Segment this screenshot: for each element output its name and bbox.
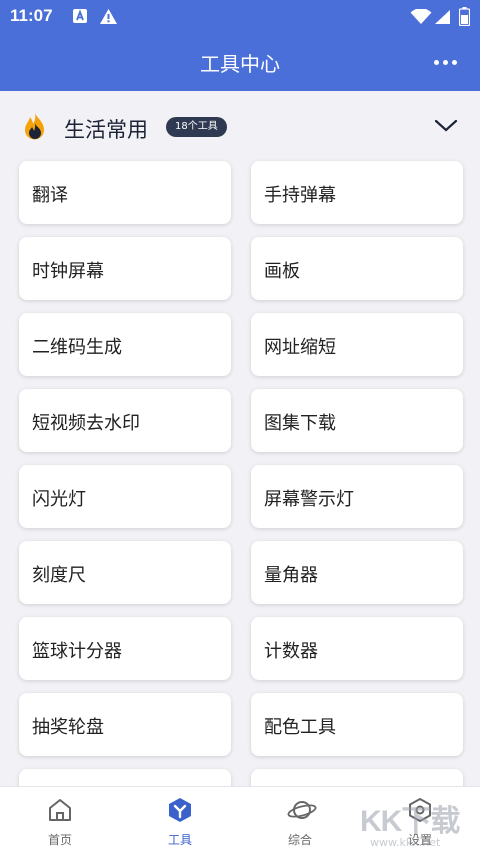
tool-label: 篮球计分器 — [32, 641, 122, 662]
warning-icon — [99, 8, 118, 29]
tool-card[interactable]: 画板 — [251, 237, 463, 300]
section-title: 生活常用 — [64, 118, 148, 142]
tool-label: 闪光灯 — [32, 489, 86, 510]
more-options-button[interactable] — [430, 50, 460, 74]
planet-icon — [287, 797, 317, 823]
tab-label: 首页 — [47, 833, 72, 847]
tab-home[interactable]: 首页 — [0, 787, 120, 853]
tool-card[interactable]: 计数器 — [251, 617, 463, 680]
tab-label: 综合 — [287, 833, 312, 847]
watermark-text: KK下载 — [360, 805, 460, 838]
tool-card[interactable]: 短视频去水印 — [19, 389, 231, 452]
tool-count-badge: 18个工具 — [166, 117, 227, 137]
tool-label: 时钟屏幕 — [32, 261, 104, 282]
tool-label: 配色工具 — [264, 717, 336, 738]
watermark-url: www.kkx.net — [370, 836, 441, 849]
tool-label: 量角器 — [264, 565, 318, 586]
tool-card[interactable]: 手持弹幕 — [251, 161, 463, 224]
tool-card[interactable]: 抽奖轮盘 — [19, 693, 231, 756]
tool-label: 网址缩短 — [264, 337, 336, 358]
tool-card[interactable]: 网址缩短 — [251, 313, 463, 376]
tab-label: 工具 — [167, 833, 192, 847]
page-title: 工具中心 — [200, 52, 280, 76]
tool-card[interactable]: 篮球计分器 — [19, 617, 231, 680]
app-bar: 工具中心 — [0, 34, 480, 91]
tool-label: 翻译 — [32, 185, 68, 206]
status-time: 11:07 — [10, 6, 53, 25]
tool-label: 二维码生成 — [32, 337, 122, 358]
tool-label: 抽奖轮盘 — [32, 717, 104, 738]
more-dots-icon — [433, 59, 439, 65]
tool-label: 手持弹幕 — [264, 185, 336, 206]
tool-card[interactable]: 量角器 — [251, 541, 463, 604]
tool-label: 计数器 — [264, 641, 318, 662]
tool-card[interactable]: 配色工具 — [251, 693, 463, 756]
section-header[interactable]: 生活常用 18个工具 — [0, 91, 480, 161]
signal-icon — [434, 9, 451, 29]
wifi-icon — [410, 8, 432, 29]
tool-label: 图集下载 — [264, 413, 336, 434]
tab-tools[interactable]: 工具 — [120, 787, 240, 853]
tool-card[interactable]: 闪光灯 — [19, 465, 231, 528]
a-notification-icon — [72, 8, 88, 28]
tool-card[interactable]: 刻度尺 — [19, 541, 231, 604]
tools-icon — [167, 797, 193, 823]
tool-card[interactable]: 屏幕警示灯 — [251, 465, 463, 528]
tool-label: 短视频去水印 — [32, 413, 140, 434]
tool-label: 屏幕警示灯 — [264, 489, 354, 510]
tab-general[interactable]: 综合 — [240, 787, 360, 853]
fire-icon — [22, 111, 48, 141]
tool-label: 刻度尺 — [32, 565, 86, 586]
tool-card[interactable]: 图集下载 — [251, 389, 463, 452]
site-watermark: KK下载 www.kkx.net — [360, 796, 480, 853]
tool-card[interactable]: 二维码生成 — [19, 313, 231, 376]
status-bar: 11:07 — [0, 0, 480, 34]
home-icon — [47, 797, 73, 823]
tool-card[interactable]: 时钟屏幕 — [19, 237, 231, 300]
battery-icon — [458, 7, 471, 30]
chevron-down-icon[interactable] — [434, 116, 458, 136]
tool-card[interactable]: 翻译 — [19, 161, 231, 224]
tool-label: 画板 — [264, 261, 300, 282]
